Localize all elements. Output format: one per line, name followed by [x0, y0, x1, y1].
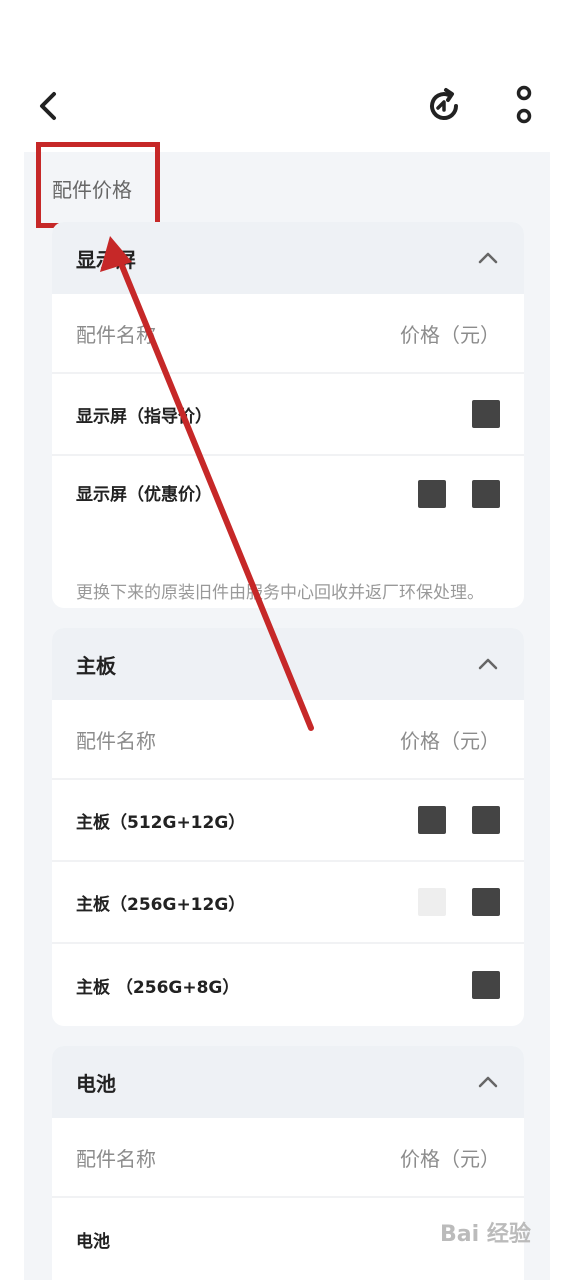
card-header[interactable]: 显示屏 — [52, 222, 524, 294]
card-display: 显示屏 配件名称 价格（元） 显示屏（指导价） 显示屏（优惠价） 更换下来的原装… — [52, 222, 524, 608]
price-redacted-block — [418, 806, 446, 834]
annotation-highlight-box — [36, 142, 160, 228]
card-title: 显示屏 — [76, 247, 136, 272]
price-value — [418, 888, 500, 916]
table-row: 主板（512G+12G） — [52, 780, 524, 862]
price-value — [418, 480, 500, 508]
part-name: 主板（256G+12G） — [76, 894, 246, 915]
price-redacted-block — [418, 888, 446, 916]
column-header-name: 配件名称 — [76, 322, 156, 347]
price-redacted-block — [472, 806, 500, 834]
part-name: 主板（512G+12G） — [76, 812, 246, 833]
column-header-name: 配件名称 — [76, 1146, 156, 1171]
top-bar — [0, 60, 576, 152]
price-redacted-block — [472, 480, 500, 508]
price-value — [472, 971, 500, 999]
table-row: 显示屏（优惠价） 更换下来的原装旧件由服务中心回收并返厂环保处理。 — [52, 456, 524, 608]
chevron-up-icon[interactable] — [476, 1070, 500, 1094]
part-name: 显示屏（指导价） — [76, 406, 212, 427]
back-icon[interactable] — [30, 88, 66, 124]
price-redacted-block — [418, 480, 446, 508]
part-name: 主板 （256G+8G） — [76, 977, 240, 998]
table-header-row: 配件名称 价格（元） — [52, 700, 524, 780]
table-row: 主板 （256G+8G） — [52, 944, 524, 1026]
part-name: 电池 — [76, 1231, 110, 1252]
table-row: 显示屏（指导价） — [52, 374, 524, 456]
price-redacted-block — [472, 888, 500, 916]
refresh-icon[interactable] — [424, 86, 464, 126]
card-title: 主板 — [76, 653, 116, 678]
chevron-up-icon[interactable] — [476, 246, 500, 270]
table-row: 主板（256G+12G） — [52, 862, 524, 944]
watermark-logo: Bai 经验 — [440, 1222, 531, 1247]
part-name: 显示屏（优惠价） — [76, 485, 212, 505]
status-bar — [0, 0, 576, 60]
price-redacted-block — [472, 971, 500, 999]
table-header-row: 配件名称 价格（元） — [52, 294, 524, 374]
column-header-price: 价格（元） — [400, 322, 500, 347]
card-header[interactable]: 主板 — [52, 628, 524, 700]
part-note: 更换下来的原装旧件由服务中心回收并返厂环保处理。 — [76, 583, 484, 603]
chevron-up-icon[interactable] — [476, 652, 500, 676]
card-header[interactable]: 电池 — [52, 1046, 524, 1118]
price-value — [472, 400, 500, 428]
card-title: 电池 — [76, 1071, 116, 1096]
column-header-price: 价格（元） — [400, 1146, 500, 1171]
card-mainboard: 主板 配件名称 价格（元） 主板（512G+12G） 主板（256G+12G） … — [52, 628, 524, 1026]
column-header-name: 配件名称 — [76, 728, 156, 753]
column-header-price: 价格（元） — [400, 728, 500, 753]
table-header-row: 配件名称 价格（元） — [52, 1118, 524, 1198]
more-vertical-icon[interactable] — [508, 84, 540, 128]
price-redacted-block — [472, 400, 500, 428]
price-value — [418, 806, 500, 834]
